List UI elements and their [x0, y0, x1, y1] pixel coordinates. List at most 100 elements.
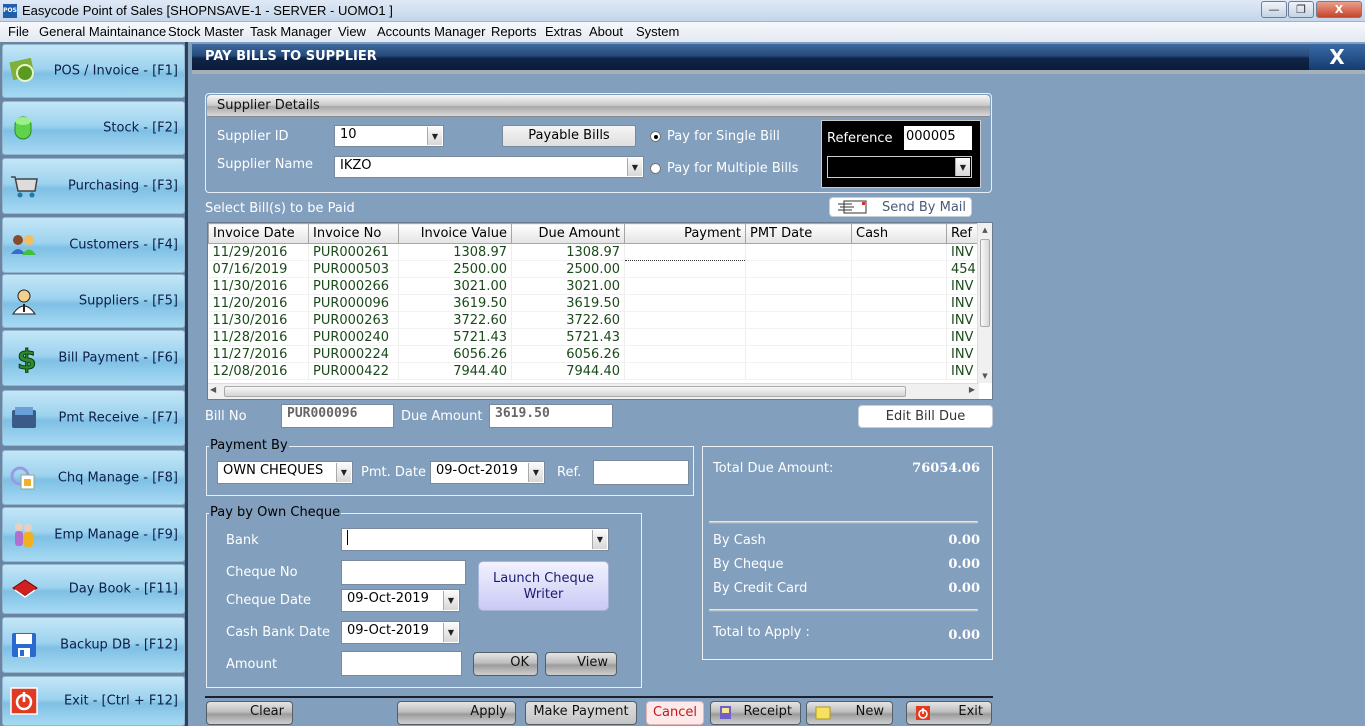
chevron-down-icon[interactable]: ▼: [427, 127, 442, 145]
cancel-button[interactable]: Cancel: [646, 701, 704, 725]
minimize-button[interactable]: —: [1261, 1, 1287, 18]
single-bill-label[interactable]: Pay for Single Bill: [667, 129, 780, 144]
bank-combo[interactable]: ▼: [341, 528, 609, 551]
sidebar-item-backup-db[interactable]: Backup DB - [F12]: [2, 617, 185, 673]
table-row[interactable]: 11/27/2016 PUR000224 6056.26 6056.26 INV: [208, 345, 987, 363]
table-row[interactable]: 07/16/2019 PUR000503 2500.00 2500.00 454: [208, 260, 987, 278]
chevron-down-icon[interactable]: ▼: [443, 623, 458, 642]
table-row[interactable]: 12/08/2016 PUR000422 7944.40 7944.40 INV: [208, 362, 987, 380]
sidebar-item-purchasing[interactable]: Purchasing - [F3]: [2, 158, 185, 214]
payment-method-combo[interactable]: OWN CHEQUES ▼: [217, 461, 353, 484]
table-row[interactable]: 11/28/2016 PUR000240 5721.43 5721.43 INV: [208, 328, 987, 346]
sidebar-item-customers[interactable]: Customers - [F4]: [2, 217, 185, 273]
clear-button[interactable]: Clear: [206, 701, 293, 725]
scroll-up-arrow[interactable]: ▲: [978, 223, 992, 237]
col-invoice-date[interactable]: Invoice Date: [208, 223, 309, 244]
menu-accounts-manager[interactable]: Accounts Manager: [377, 24, 485, 39]
chevron-down-icon[interactable]: ▼: [955, 158, 970, 176]
table-row[interactable]: 11/29/2016 PUR000261 1308.97 1308.97 INV: [208, 243, 987, 261]
apply-button[interactable]: Apply: [397, 701, 516, 725]
col-due-amount[interactable]: Due Amount: [511, 223, 625, 244]
cheque-no-input[interactable]: [341, 560, 466, 585]
ok-button[interactable]: OK: [473, 652, 538, 676]
chevron-down-icon[interactable]: ▼: [627, 158, 642, 176]
close-panel-button[interactable]: X: [1309, 44, 1365, 70]
ref-input[interactable]: [593, 460, 689, 485]
table-row[interactable]: 11/30/2016 PUR000263 3722.60 3722.60 INV: [208, 311, 987, 329]
launch-cheque-writer-button[interactable]: Launch Cheque Writer: [478, 561, 609, 611]
chevron-down-icon[interactable]: ▼: [443, 591, 458, 610]
sidebar-item-pos-invoice[interactable]: POS / Invoice - [F1]: [2, 44, 185, 98]
menu-view[interactable]: View: [338, 24, 366, 39]
menu-general-maintainance[interactable]: General Maintainance: [39, 24, 166, 39]
cell-payment[interactable]: [624, 311, 746, 329]
sidebar-item-bill-payment[interactable]: $ Bill Payment - [F6]: [2, 330, 185, 386]
reference-input[interactable]: 000005: [904, 126, 972, 150]
scroll-left-arrow[interactable]: ◀: [210, 385, 216, 394]
sidebar-item-stock[interactable]: Stock - [F2]: [2, 101, 185, 155]
cell-payment[interactable]: [624, 328, 746, 346]
exit-button[interactable]: Exit: [906, 701, 992, 725]
make-payment-button[interactable]: Make Payment: [525, 701, 637, 725]
sidebar-item-emp-manage[interactable]: Emp Manage - [F9]: [2, 507, 185, 562]
receipt-button[interactable]: Receipt: [710, 701, 801, 725]
amount-input[interactable]: [341, 651, 462, 676]
cheque-date-picker[interactable]: 09-Oct-2019 ▼: [341, 589, 460, 612]
due-amount-field[interactable]: 3619.50: [489, 404, 613, 428]
cell-payment[interactable]: [624, 362, 746, 380]
cash-bank-date-picker[interactable]: 09-Oct-2019 ▼: [341, 621, 460, 644]
col-invoice-value[interactable]: Invoice Value: [398, 223, 512, 244]
cell-payment[interactable]: [624, 260, 746, 278]
supplier-name-combo[interactable]: IKZO ▼: [334, 156, 644, 178]
payable-bills-button[interactable]: Payable Bills: [502, 125, 636, 147]
cell-cash: [851, 311, 947, 329]
menu-file[interactable]: File: [8, 24, 29, 39]
hscroll-thumb[interactable]: [224, 386, 906, 397]
supplier-id-combo[interactable]: 10 ▼: [334, 125, 444, 147]
menu-reports[interactable]: Reports: [491, 24, 537, 39]
menu-stock-master[interactable]: Stock Master: [168, 24, 244, 39]
sidebar-item-suppliers[interactable]: Suppliers - [F5]: [2, 274, 185, 328]
new-button[interactable]: New: [806, 701, 893, 725]
close-window-button[interactable]: X: [1316, 1, 1362, 18]
cell-payment[interactable]: [624, 243, 746, 261]
multiple-bills-label[interactable]: Pay for Multiple Bills: [667, 161, 798, 176]
sidebar-item-day-book[interactable]: Day Book - [F11]: [2, 564, 185, 614]
vertical-scrollbar[interactable]: ▲ ▼: [977, 223, 992, 383]
sidebar-item-exit[interactable]: Exit - [Ctrl + F12]: [2, 676, 185, 726]
sidebar-item-chq-manage[interactable]: Chq Manage - [F8]: [2, 450, 185, 505]
col-payment[interactable]: Payment: [624, 223, 746, 244]
view-button[interactable]: View: [545, 652, 617, 676]
cell-payment[interactable]: [624, 345, 746, 363]
pmt-date-picker[interactable]: 09-Oct-2019 ▼: [430, 461, 545, 484]
col-invoice-no[interactable]: Invoice No: [308, 223, 399, 244]
chevron-down-icon[interactable]: ▼: [336, 463, 351, 482]
table-row[interactable]: 11/30/2016 PUR000266 3021.00 3021.00 INV: [208, 277, 987, 295]
table-row[interactable]: 11/20/2016 PUR000096 3619.50 3619.50 INV: [208, 294, 987, 312]
receipt-icon: [720, 706, 731, 719]
horizontal-scrollbar[interactable]: ◀ ▶: [208, 383, 979, 399]
single-bill-radio[interactable]: [650, 131, 661, 142]
cell-payment[interactable]: [624, 294, 746, 312]
chevron-down-icon[interactable]: ▼: [592, 530, 607, 549]
scroll-right-arrow[interactable]: ▶: [969, 385, 975, 394]
col-pmt-date[interactable]: PMT Date: [745, 223, 852, 244]
restore-button[interactable]: ❐: [1288, 1, 1314, 18]
menu-extras[interactable]: Extras: [545, 24, 582, 39]
bill-no-field[interactable]: PUR000096: [281, 404, 394, 428]
menu-task-manager[interactable]: Task Manager: [250, 24, 332, 39]
menu-about[interactable]: About: [589, 24, 623, 39]
menu-system[interactable]: System: [636, 24, 679, 39]
sidebar-item-pmt-receive[interactable]: Pmt Receive - [F7]: [2, 390, 185, 446]
reference-combo[interactable]: ▼: [827, 156, 972, 178]
bill-no-value: PUR000096: [287, 406, 358, 421]
cell-payment[interactable]: [624, 277, 746, 295]
multiple-bills-radio[interactable]: [650, 163, 661, 174]
chevron-down-icon[interactable]: ▼: [528, 463, 543, 482]
send-by-mail-button[interactable]: Send By Mail: [829, 197, 972, 217]
scroll-down-arrow[interactable]: ▼: [978, 369, 992, 383]
pos-invoice-icon: [9, 57, 35, 82]
edit-bill-due-button[interactable]: Edit Bill Due: [858, 405, 993, 428]
col-cash[interactable]: Cash: [851, 223, 947, 244]
scroll-thumb[interactable]: [980, 239, 990, 327]
